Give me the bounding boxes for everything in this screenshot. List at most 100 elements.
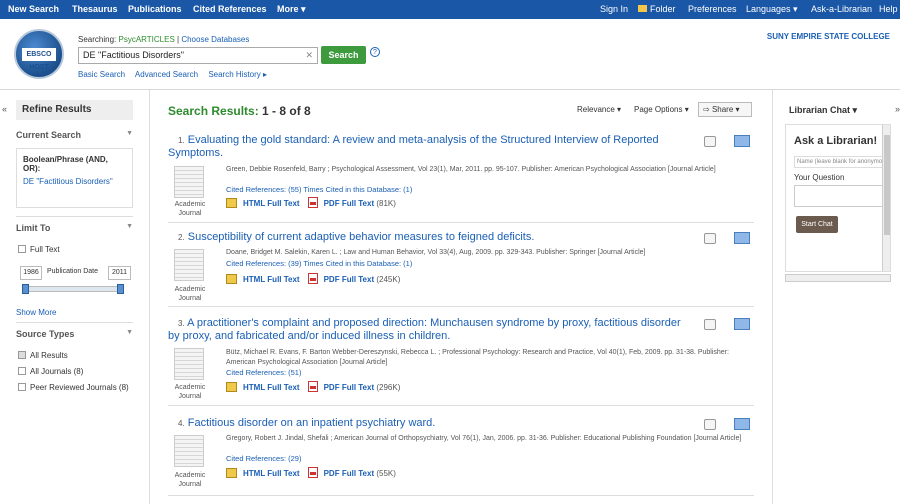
refine-sidebar: « Refine Results Current Search ▼ Boolean… bbox=[0, 90, 150, 504]
nav-cited-references[interactable]: Cited References bbox=[193, 4, 267, 14]
cited-references-link[interactable]: Cited References: (29) bbox=[226, 454, 301, 463]
show-more-link[interactable]: Show More bbox=[16, 308, 56, 317]
nav-new-search[interactable]: New Search bbox=[8, 4, 59, 14]
html-full-text-link[interactable]: HTML Full Text bbox=[243, 383, 300, 392]
search-input[interactable]: DE "Factitious Disorders" ✕ bbox=[78, 47, 318, 64]
pdf-full-text-link[interactable]: PDF Full Text bbox=[324, 275, 375, 284]
search-button[interactable]: Search bbox=[321, 46, 366, 64]
pdf-full-text-link[interactable]: PDF Full Text bbox=[324, 199, 375, 208]
clear-icon[interactable]: ✕ bbox=[305, 50, 313, 61]
results-area: Search Results: 1 - 8 of 8 Relevance ▾ P… bbox=[158, 90, 770, 504]
date-to-input[interactable]: 2011 bbox=[108, 266, 131, 280]
slider-handle-end[interactable] bbox=[117, 284, 124, 294]
nav-ask-librarian[interactable]: Ask-a-Librarian bbox=[811, 4, 872, 14]
results-range: 1 - 8 of 8 bbox=[262, 104, 311, 118]
html-full-text-link[interactable]: HTML Full Text bbox=[243, 469, 300, 478]
source-label: All Journals (8) bbox=[30, 367, 84, 376]
pdf-full-text-link[interactable]: PDF Full Text bbox=[324, 383, 375, 392]
add-to-folder-icon[interactable] bbox=[734, 232, 750, 244]
chevron-down-icon: ▼ bbox=[126, 130, 133, 137]
full-text-links: HTML Full Text PDF Full Text (245K) bbox=[226, 273, 400, 284]
result-title-link[interactable]: 3. A practitioner's complaint and propos… bbox=[168, 317, 683, 343]
html-full-text-link[interactable]: HTML Full Text bbox=[243, 275, 300, 284]
source-peer-reviewed[interactable]: Peer Reviewed Journals (8) bbox=[18, 383, 129, 392]
result-title-link[interactable]: 1. Evaluating the gold standard: A revie… bbox=[168, 134, 683, 160]
date-range-slider[interactable] bbox=[22, 284, 124, 294]
preview-icon[interactable] bbox=[704, 419, 716, 430]
nav-publications[interactable]: Publications bbox=[128, 4, 182, 14]
nav-languages[interactable]: Languages ▾ bbox=[746, 4, 798, 15]
relevance-sort[interactable]: Relevance ▾ bbox=[577, 105, 621, 114]
librarian-chat-heading[interactable]: Librarian Chat ▾ bbox=[789, 105, 857, 116]
cited-references-link[interactable]: Cited References: (55) Times Cited in th… bbox=[226, 185, 412, 194]
result-title-link[interactable]: 4. Factitious disorder on an inpatient p… bbox=[168, 417, 683, 430]
add-to-folder-icon[interactable] bbox=[734, 418, 750, 430]
checkbox-icon bbox=[18, 367, 26, 375]
start-chat-button[interactable]: Start Chat bbox=[796, 216, 838, 233]
slider-handle-start[interactable] bbox=[22, 284, 29, 294]
help-icon[interactable]: ? bbox=[370, 47, 380, 57]
pdf-icon bbox=[307, 197, 318, 208]
choose-databases-link[interactable]: Choose Databases bbox=[181, 35, 249, 44]
preview-icon[interactable] bbox=[704, 319, 716, 330]
collapse-right-icon[interactable]: » bbox=[895, 104, 900, 114]
result-number: 2. bbox=[178, 233, 185, 242]
source-all-journals[interactable]: All Journals (8) bbox=[18, 367, 83, 376]
question-textarea[interactable] bbox=[794, 185, 890, 207]
cited-references-link[interactable]: Cited References: (39) Times Cited in th… bbox=[226, 259, 412, 268]
journal-thumbnail-icon bbox=[174, 166, 204, 198]
checkbox-icon bbox=[18, 383, 26, 391]
result-meta: Green, Debbie Rosenfeld, Barry ; Psychol… bbox=[226, 166, 716, 173]
result-number: 1. bbox=[178, 136, 185, 145]
collapse-left-icon[interactable]: « bbox=[2, 104, 7, 114]
result-number: 3. bbox=[178, 319, 185, 328]
preview-icon[interactable] bbox=[704, 233, 716, 244]
result-title-link[interactable]: 2. Susceptibility of current adaptive be… bbox=[168, 231, 683, 244]
nav-help[interactable]: Help bbox=[879, 4, 898, 14]
nav-folder[interactable]: Folder bbox=[638, 4, 676, 14]
add-to-folder-icon[interactable] bbox=[734, 318, 750, 330]
nav-preferences[interactable]: Preferences bbox=[688, 4, 737, 14]
database-name: PsycARTICLES bbox=[118, 35, 175, 44]
source-types-heading[interactable]: Source Types ▼ bbox=[16, 329, 133, 339]
pdf-icon bbox=[307, 381, 318, 392]
limit-to-label: Limit To bbox=[16, 223, 51, 233]
source-all-results[interactable]: All Results bbox=[18, 351, 68, 360]
scroll-thumb[interactable] bbox=[884, 135, 890, 235]
limit-to-heading[interactable]: Limit To ▼ bbox=[16, 223, 133, 233]
add-to-folder-icon[interactable] bbox=[734, 135, 750, 147]
your-question-label: Your Question bbox=[794, 173, 845, 182]
top-nav-bar: New Search Thesaurus Publications Cited … bbox=[0, 0, 900, 19]
pdf-full-text-link[interactable]: PDF Full Text bbox=[324, 469, 375, 478]
pdf-icon bbox=[307, 273, 318, 284]
source-types-label: Source Types bbox=[16, 329, 75, 339]
vertical-scrollbar[interactable] bbox=[882, 125, 890, 271]
boolean-value-link[interactable]: DE "Factitious Disorders" bbox=[23, 177, 126, 186]
date-from-input[interactable]: 1986 bbox=[20, 266, 42, 280]
result-title: Evaluating the gold standard: A review a… bbox=[168, 134, 659, 159]
result-record-1: 1. Evaluating the gold standard: A revie… bbox=[168, 134, 754, 223]
horizontal-scrollbar[interactable] bbox=[785, 274, 891, 282]
boolean-label: Boolean/Phrase (AND, OR): bbox=[23, 155, 108, 173]
institution-name: SUNY EMPIRE STATE COLLEGE bbox=[766, 32, 890, 41]
share-button[interactable]: ⇨ Share ▾ bbox=[698, 102, 752, 117]
html-full-text-link[interactable]: HTML Full Text bbox=[243, 199, 300, 208]
publication-date-label: Publication Date bbox=[47, 268, 98, 275]
nav-sign-in[interactable]: Sign In bbox=[600, 4, 628, 14]
cited-references-link[interactable]: Cited References: (51) bbox=[226, 368, 301, 377]
current-search-heading[interactable]: Current Search ▼ bbox=[16, 130, 133, 140]
basic-search-link[interactable]: Basic Search bbox=[78, 70, 125, 79]
advanced-search-link[interactable]: Advanced Search bbox=[135, 70, 198, 79]
preview-icon[interactable] bbox=[704, 136, 716, 147]
html-full-text-icon bbox=[226, 468, 237, 478]
share-icon: ⇨ bbox=[703, 105, 710, 114]
ask-librarian-title: Ask a Librarian! bbox=[794, 135, 878, 147]
page-options[interactable]: Page Options ▾ bbox=[634, 105, 689, 114]
search-history-link[interactable]: Search History ▸ bbox=[208, 70, 267, 79]
nav-more[interactable]: More ▾ bbox=[277, 4, 306, 15]
ebsco-logo[interactable]: EBSCO HOST bbox=[14, 29, 64, 79]
full-text-checkbox[interactable]: Full Text bbox=[18, 245, 60, 254]
nav-thesaurus[interactable]: Thesaurus bbox=[72, 4, 118, 14]
chat-name-input[interactable]: Name (leave blank for anonymous) bbox=[794, 156, 890, 168]
result-title: A practitioner's complaint and proposed … bbox=[168, 317, 681, 342]
